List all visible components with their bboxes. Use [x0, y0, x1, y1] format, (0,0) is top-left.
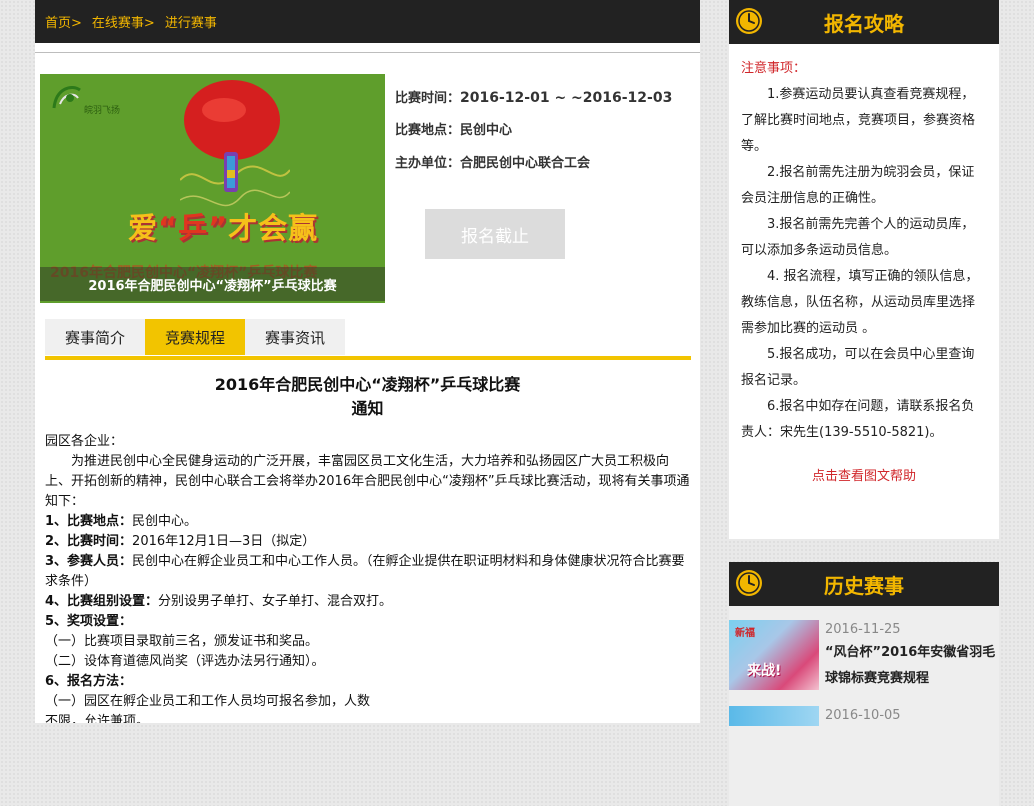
article-item-5b: （二）设体育道德风尚奖（评选办法另行通知）。: [45, 654, 325, 669]
article-item-5a: （一）比赛项目录取前三名，颁发证书和奖品。: [45, 634, 319, 649]
guide-note-label: 注意事项：: [741, 61, 807, 76]
article-item-1: 1、比赛地点：民创中心。: [45, 514, 198, 529]
article-title: 2016年合肥民创中心“凌翔杯”乒乓球比赛: [214, 375, 521, 394]
history-title: 历史赛事: [824, 573, 904, 598]
event-info: 比赛时间：2016-12-01 ~ ~2016-12-03 比赛地点：民创中心 …: [395, 86, 672, 185]
guide-tip: 5.报名成功，可以在会员中心里查询报名记录。: [741, 347, 975, 388]
article-item-4: 4、比赛组别设置：分别设男子单打、女子单打、混合双打。: [45, 594, 393, 609]
logo-text: 皖羽飞扬: [84, 106, 121, 116]
breadcrumb-home[interactable]: 首页>: [45, 12, 82, 31]
guide-tip: 4. 报名流程，填写正确的领队信息，教练信息，队伍名称，从运动员库里选择需参加比…: [741, 269, 979, 336]
history-list: 新福 来战! 2016-11-25 “风台杯”2016年安徽省羽毛球锦标赛竞赛规…: [729, 606, 999, 806]
clock-icon: [736, 8, 762, 34]
guide-header: 报名攻略: [729, 0, 999, 44]
history-item-title[interactable]: “风台杯”2016年安徽省羽毛球锦标赛竞赛规程: [825, 640, 999, 692]
history-item-text: 2016-10-05: [819, 706, 901, 726]
event-poster: 皖羽飞扬 爱“乒”才会赢 2016年合肥民创中心“凌翔杯”乒乓球比赛 2016年…: [40, 74, 385, 303]
rules-article: 2016年合肥民创中心“凌翔杯”乒乓球比赛 通知 园区各企业： 为推进民创中心全…: [45, 372, 690, 723]
main-content: 首页> 在线赛事> 进行赛事 皖羽飞扬 爱“乒”才会赢 2016年合肥民创中心“…: [35, 0, 700, 723]
event-thumbnail[interactable]: 新福 来战!: [729, 620, 819, 690]
article-item-6: 6、报名方法：: [45, 674, 133, 689]
article-item-5: 5、奖项设置：: [45, 614, 133, 629]
guide-title: 报名攻略: [824, 11, 904, 36]
history-item-text: 2016-11-25 “风台杯”2016年安徽省羽毛球锦标赛竞赛规程: [819, 620, 999, 692]
guide-tip: 6.报名中如存在问题，请联系报名负责人：宋先生(139-5510-5821)。: [741, 399, 975, 440]
history-header: 历史赛事: [729, 562, 999, 606]
event-tabs: 赛事简介 竞赛规程 赛事资讯: [45, 319, 691, 360]
guide-body: 注意事项： 1.参赛运动员要认真查看竞赛规程，了解比赛时间地点，竞赛项目，参赛资…: [729, 44, 999, 539]
list-item[interactable]: 新福 来战! 2016-11-25 “风台杯”2016年安徽省羽毛球锦标赛竞赛规…: [729, 606, 999, 692]
history-item-date: 2016-10-05: [825, 708, 901, 723]
article-item-6b: 不限，允许兼项。: [45, 714, 150, 723]
guide-tip: 3.报名前需先完善个人的运动员库，可以添加多条运动员信息。: [741, 217, 975, 258]
event-thumbnail[interactable]: [729, 706, 819, 726]
article-subtitle: 通知: [351, 399, 384, 418]
guide-tip: 2.报名前需先注册为皖羽会员，保证会员注册信息的正确性。: [741, 165, 975, 206]
help-link[interactable]: 点击查看图文帮助: [741, 464, 987, 490]
register-closed-button[interactable]: 报名截止: [425, 209, 565, 259]
history-item-date: 2016-11-25: [825, 622, 901, 637]
clock-icon: [736, 570, 762, 596]
poster-slogan: 爱“乒”才会赢: [128, 211, 319, 245]
history-events-panel: 历史赛事 新福 来战! 2016-11-25 “风台杯”2016年安徽省羽毛球锦…: [729, 562, 999, 806]
article-intro: 为推进民创中心全民健身运动的广泛开展，丰富园区员工文化生活，大力培养和弘扬园区广…: [45, 454, 690, 509]
article-greeting: 园区各企业：: [45, 434, 124, 449]
event-time: 比赛时间：2016-12-01 ~ ~2016-12-03: [395, 90, 673, 106]
event-host: 主办单位：合肥民创中心联合工会: [395, 156, 591, 171]
registration-guide-panel: 报名攻略 注意事项： 1.参赛运动员要认真查看竞赛规程，了解比赛时间地点，竞赛项…: [729, 0, 999, 539]
article-item-2: 2、比赛时间：2016年12月1日—3日（拟定）: [45, 534, 316, 549]
divider: [35, 52, 700, 53]
breadcrumb-online[interactable]: 在线赛事>: [92, 12, 155, 31]
poster-band-title: 2016年合肥民创中心“凌翔杯”乒乓球比赛: [40, 267, 385, 301]
tab-intro[interactable]: 赛事简介: [45, 319, 145, 355]
tab-rules[interactable]: 竞赛规程: [145, 319, 245, 355]
breadcrumb-current[interactable]: 进行赛事: [165, 12, 217, 31]
tab-news[interactable]: 赛事资讯: [245, 319, 345, 355]
breadcrumb: 首页> 在线赛事> 进行赛事: [35, 0, 700, 43]
article-item-3: 3、参赛人员：民创中心在孵企业员工和中心工作人员。（在孵企业提供在职证明材料和身…: [45, 554, 685, 589]
list-item[interactable]: 2016-10-05: [729, 692, 999, 726]
article-item-6a: （一）园区在孵企业员工和工作人员均可报名参加，人数: [45, 694, 371, 709]
event-place: 比赛地点：民创中心: [395, 123, 513, 138]
guide-tip: 1.参赛运动员要认真查看竞赛规程，了解比赛时间地点，竞赛项目，参赛资格等。: [741, 87, 976, 154]
